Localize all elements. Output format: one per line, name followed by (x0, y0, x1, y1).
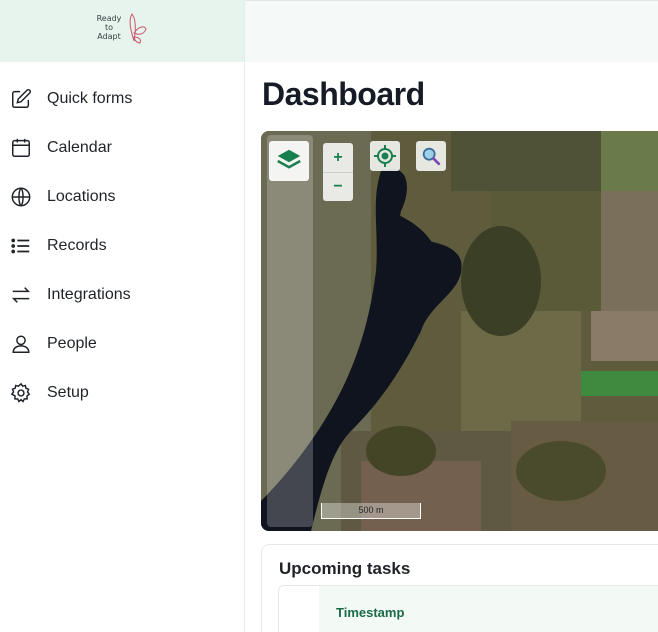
zoom-in-button[interactable]: + (323, 143, 353, 172)
sidebar-item-label: Quick forms (47, 89, 133, 107)
globe-icon (9, 185, 33, 209)
layers-button[interactable] (269, 141, 309, 181)
arrows-exchange-icon (9, 283, 33, 307)
column-header-timestamp[interactable]: Timestamp (336, 605, 404, 620)
magnifier-icon (422, 147, 441, 166)
sidebar-item-label: Setup (47, 383, 89, 401)
list-icon (9, 234, 33, 258)
map-terrain (261, 131, 658, 531)
calendar-icon (9, 136, 33, 160)
gear-icon (9, 381, 33, 405)
sidebar-item-locations[interactable]: Locations (0, 172, 244, 221)
scale-label: 500 m (358, 505, 384, 515)
upcoming-tasks-card: Upcoming tasks Timestamp (261, 544, 658, 632)
sidebar-item-setup[interactable]: Setup (0, 368, 244, 417)
sidebar-item-people[interactable]: People (0, 319, 244, 368)
sidebar-item-records[interactable]: Records (0, 221, 244, 270)
sidebar: Ready to Adapt Quick forms Calendar Loca… (0, 0, 245, 632)
crosshair-icon (374, 145, 396, 167)
zoom-control: + − (323, 143, 353, 201)
sidebar-item-quick-forms[interactable]: Quick forms (0, 74, 244, 123)
layers-icon (277, 149, 301, 169)
sidebar-nav: Quick forms Calendar Locations Records I… (0, 62, 244, 417)
sidebar-item-label: Calendar (47, 138, 112, 156)
tasks-table-header: Timestamp (319, 586, 658, 632)
main-content: Dashboard + − 500 m Upcoming tasks Times… (245, 0, 658, 632)
sidebar-item-label: Integrations (47, 285, 131, 303)
sidebar-item-integrations[interactable]: Integrations (0, 270, 244, 319)
zoom-out-button[interactable]: − (323, 172, 353, 201)
map-control-panel (267, 135, 313, 527)
map-scale-bar: 500 m (321, 503, 421, 519)
sidebar-item-calendar[interactable]: Calendar (0, 123, 244, 172)
logo-text: Ready to Adapt (96, 14, 122, 41)
app-root: Ready to Adapt Quick forms Calendar Loca… (0, 0, 658, 632)
upcoming-tasks-title: Upcoming tasks (279, 559, 411, 578)
user-icon (9, 332, 33, 356)
page-title: Dashboard (262, 76, 425, 112)
ready-to-adapt-logo: Ready to Adapt (92, 11, 152, 51)
map-search-button[interactable] (416, 141, 446, 171)
tasks-table: Timestamp (278, 585, 658, 632)
butterfly-icon (129, 13, 147, 44)
sidebar-item-label: People (47, 334, 97, 352)
top-bar (245, 0, 658, 62)
sidebar-item-label: Locations (47, 187, 116, 205)
logo-area[interactable]: Ready to Adapt (0, 0, 244, 62)
satellite-map[interactable]: + − 500 m (261, 131, 658, 531)
sidebar-item-label: Records (47, 236, 107, 254)
locate-button[interactable] (370, 141, 400, 171)
edit-icon (9, 87, 33, 111)
